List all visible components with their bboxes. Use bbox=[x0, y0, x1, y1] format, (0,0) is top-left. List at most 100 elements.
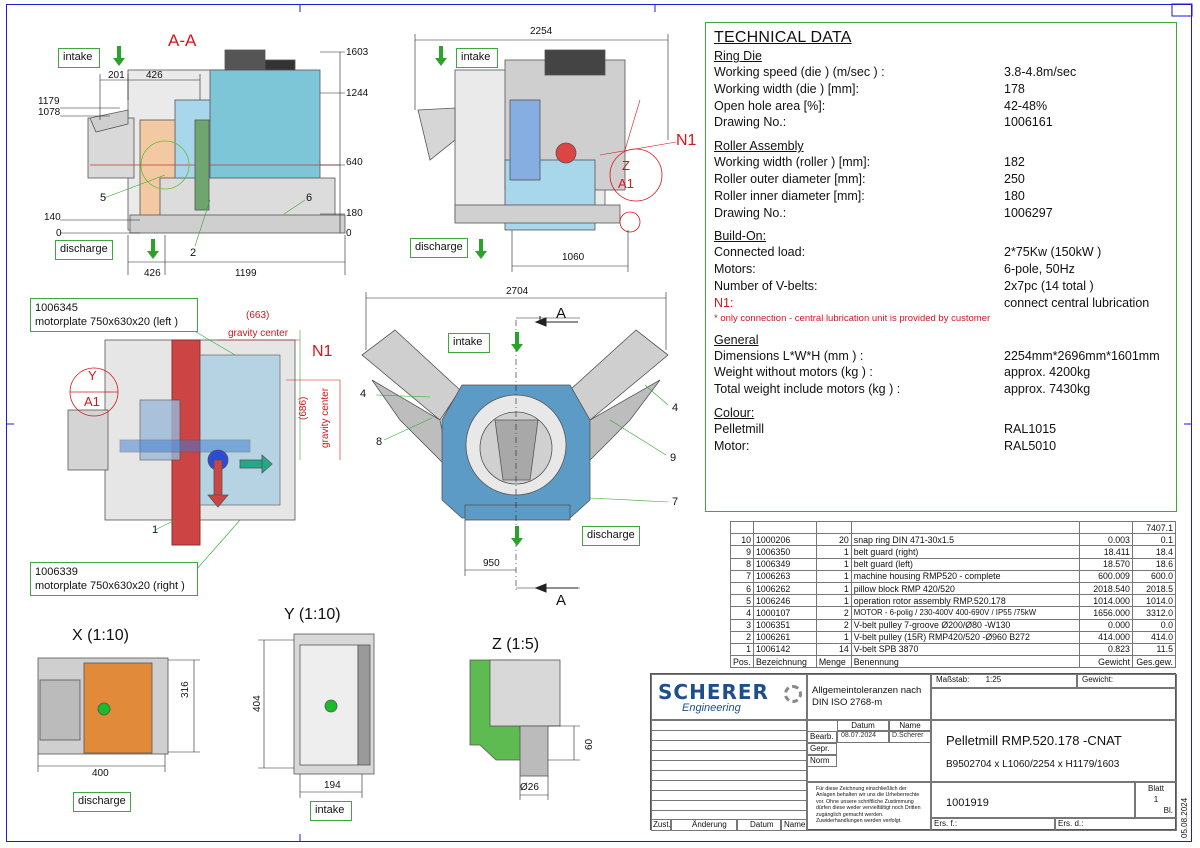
vertical-date: 05.08.2024 bbox=[1180, 797, 1189, 838]
bearb-date: 08.07.2024 bbox=[837, 731, 889, 743]
table-row: 6 1006262 1 pillow block RMP 420/520 2018.54… bbox=[730, 581, 1177, 596]
buildon-row: Motors: 6-pole, 50Hz bbox=[714, 262, 1075, 277]
dim-1199: 1199 bbox=[235, 268, 257, 279]
n1-marker-top: N1 bbox=[312, 343, 333, 360]
ring-die-row: Working width (die ) [mm]: 178 bbox=[714, 81, 1025, 96]
ring-die-row: Working speed (die ) (m/sec ) :3.8-4.8m/… bbox=[714, 65, 1077, 79]
lubrication-note: * only connection - central lubrication … bbox=[714, 312, 991, 324]
dim-140: 140 bbox=[44, 212, 61, 223]
gravity-value-663: (663) bbox=[246, 310, 270, 321]
motorplate-left-box: 1006345 motorplate 750x630x20 (left ) bbox=[30, 298, 198, 332]
dim-1060: 1060 bbox=[562, 252, 585, 263]
gravity-center-label-vertical: gravity center bbox=[320, 387, 331, 448]
aenderung-label: Änderung bbox=[671, 819, 737, 831]
zust-label: Zust. bbox=[651, 819, 671, 831]
gravity-value-686: (686) bbox=[298, 396, 309, 420]
company-logo: SCHERER bbox=[658, 680, 769, 704]
bearb-label: Bearb. bbox=[807, 731, 837, 743]
table-row: 10 1000206 20 snap ring DIN 471-30x1.5 0.003… bbox=[730, 533, 1177, 547]
dim-640: 640 bbox=[346, 157, 363, 168]
motorplate-right-desc: motorplate 750x630x20 (right ) bbox=[35, 580, 185, 592]
y-marker: Y bbox=[88, 368, 97, 383]
dim-404: 404 bbox=[252, 695, 263, 712]
callout-5: 5 bbox=[100, 192, 107, 204]
discharge-label-side: discharge bbox=[410, 238, 468, 258]
discharge-label-front: discharge bbox=[582, 526, 640, 546]
view-z bbox=[469, 659, 561, 777]
table-row: 8 1006349 1 belt guard (left) 18.570 18.6 bbox=[730, 557, 1177, 571]
general-heading: General bbox=[714, 332, 759, 347]
table-row: 9 1006350 1 belt guard (right) 18.411 18.4 bbox=[730, 545, 1177, 559]
dim-316: 316 bbox=[180, 681, 191, 698]
view-y bbox=[293, 633, 375, 775]
section-a-top: A bbox=[556, 305, 567, 322]
buildon-row: Connected load: 2*75Kw (150kW ) bbox=[714, 245, 1102, 260]
dim-2254: 2254 bbox=[530, 26, 553, 37]
datum-header: Datum bbox=[837, 720, 889, 731]
weight-label: Gewicht: bbox=[1077, 674, 1177, 688]
parts-list: 7407.1 10 1000206 20 snap ring DIN 471-30x1… bbox=[730, 520, 1177, 669]
dim-1603: 1603 bbox=[346, 47, 369, 58]
a1-marker-top: A1 bbox=[84, 394, 100, 409]
discharge-label-x: discharge bbox=[73, 792, 131, 812]
dim-201: 201 bbox=[108, 70, 125, 81]
drawing-title-cell: Pelletmill RMP.520.178 -CNAT B9502704 x … bbox=[931, 720, 1177, 782]
parts-header-row: Pos. Bezeichnung Menge Benennung Gewicht Ges.… bbox=[730, 655, 1177, 669]
drawing-number: 1001919 bbox=[946, 797, 989, 809]
intake-label-aa: intake bbox=[58, 48, 100, 68]
dim-1244: 1244 bbox=[346, 88, 369, 99]
motorplate-right-box: 1006339 motorplate 750x630x20 (right ) bbox=[30, 562, 198, 596]
technical-data-panel: TECHNICAL DATA Ring Die Working speed (d… bbox=[705, 22, 1177, 512]
section-a-bottom: A bbox=[556, 592, 567, 609]
dim-426-top: 426 bbox=[146, 70, 163, 81]
roller-heading: Roller Assembly bbox=[714, 139, 804, 154]
callout-1: 1 bbox=[152, 524, 159, 536]
table-row: 4 1000107 2 MOTOR - 6-polig / 230-400V 400-… bbox=[730, 606, 1177, 620]
scale-value: 1:25 bbox=[985, 675, 1002, 684]
view-aa bbox=[87, 49, 346, 234]
colour-heading: Colour: bbox=[714, 405, 755, 420]
table-row: 1 1006142 14 V-belt SPB 3870 0.823 11.5 bbox=[730, 642, 1177, 657]
copyright-note: Für diese Zeichnung einschließlich der A… bbox=[807, 782, 931, 831]
dim-194: 194 bbox=[324, 780, 341, 791]
callout-7: 7 bbox=[672, 496, 679, 508]
dim-1078: 1078 bbox=[38, 107, 61, 118]
dim-180: 180 bbox=[346, 208, 363, 219]
n1-marker-side: N1 bbox=[676, 132, 697, 149]
sheet-number: 1 bbox=[1153, 795, 1159, 804]
blank-cell bbox=[931, 688, 1177, 720]
x-view-title: X (1:10) bbox=[72, 627, 129, 644]
dim-426-bottom: 426 bbox=[144, 268, 161, 279]
table-row: 7 1006263 1 machine housing RMP520 - comple… bbox=[730, 569, 1177, 583]
general-row: Dimensions L*W*H (mm ) :2254mm*2696mm*16… bbox=[714, 348, 1160, 363]
bearb-name: D.Scherer bbox=[889, 731, 931, 743]
y-view-title: Y (1:10) bbox=[284, 606, 341, 623]
ring-die-heading: Ring Die bbox=[714, 49, 762, 63]
callout-4-left: 4 bbox=[360, 388, 367, 400]
table-row: 5 1006246 1 operation rotor assembly RMP.52… bbox=[730, 594, 1177, 608]
view-x bbox=[37, 657, 169, 755]
norm-label: Norm bbox=[807, 755, 837, 767]
table-row: 3 1006351 2 V-belt pulley 7-groove Ø200/Ø80… bbox=[730, 618, 1177, 632]
name-label-rev: Name bbox=[781, 819, 807, 831]
tolerance-note: Allgemeintoleranzen nach DIN ISO 2768-m bbox=[807, 674, 931, 720]
discharge-label-aa: discharge bbox=[55, 240, 113, 260]
dim-0-right: 0 bbox=[346, 228, 352, 239]
view-front bbox=[361, 329, 669, 521]
colour-row: Pelletmill RAL1015 bbox=[714, 421, 1057, 436]
roller-row: Roller inner diameter [mm]: 180 bbox=[714, 188, 1025, 203]
sheet-label: Blatt bbox=[1147, 784, 1164, 793]
dim-400: 400 bbox=[92, 768, 109, 779]
callout-6: 6 bbox=[306, 192, 313, 204]
buildon-row: Number of V-belts: 2x7pc (14 total ) bbox=[714, 278, 1094, 293]
dim-2704: 2704 bbox=[506, 286, 529, 297]
intake-label-front: intake bbox=[448, 333, 490, 353]
scale-cell: Maßstab: 1:25 bbox=[931, 674, 1077, 688]
logo-cell: SCHERER Engineering bbox=[651, 674, 807, 720]
motorplate-left-desc: motorplate 750x630x20 (left ) bbox=[35, 316, 179, 328]
technical-data-title: TECHNICAL DATA bbox=[714, 29, 852, 46]
roller-row: Working width (roller ) [mm]: 182 bbox=[714, 155, 1025, 170]
roller-row: Drawing No.: 1006297 bbox=[714, 205, 1053, 220]
table-row: 2 1006261 1 V-belt pulley (15R) RMP420/520 … bbox=[730, 630, 1177, 644]
datum-label-rev: Datum bbox=[737, 819, 781, 831]
